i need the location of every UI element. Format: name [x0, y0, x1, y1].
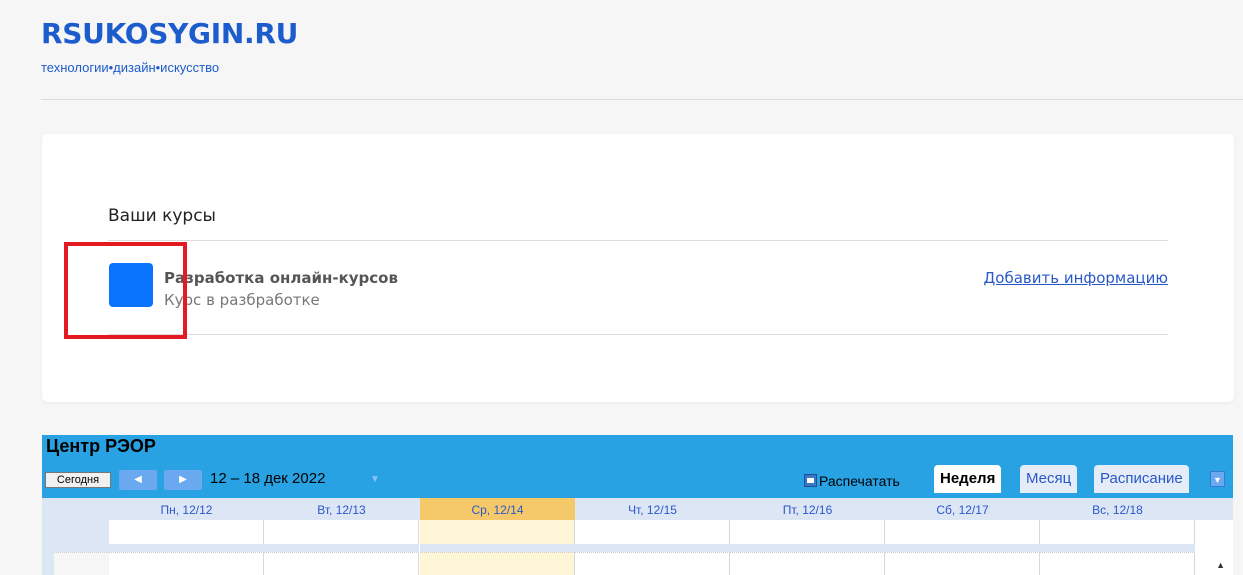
time-gutter [42, 520, 109, 575]
site-tagline: технологии•дизайн•искусство [41, 60, 220, 75]
courses-card: Ваши курсы Разработка онлайн-курсов Курс… [42, 134, 1234, 402]
chevron-down-icon: ▼ [1213, 475, 1222, 485]
day-column[interactable]: Вс, 12/18 [1040, 498, 1195, 575]
course-status: Курс в разбработке [164, 291, 320, 309]
day-header[interactable]: Вт, 12/13 [264, 498, 419, 520]
chevron-down-icon[interactable]: ▼ [370, 474, 380, 485]
chevron-left-icon: ◀ [134, 474, 142, 485]
day-column[interactable]: Чт, 12/15 [575, 498, 730, 575]
next-week-button[interactable]: ▶ [164, 470, 202, 490]
divider [108, 334, 1168, 335]
day-header[interactable]: Сб, 12/17 [885, 498, 1040, 520]
calendar-widget: Центр РЭОР Сегодня ◀ ▶ 12 – 18 дек 2022 … [42, 435, 1233, 575]
day-header[interactable]: Чт, 12/15 [575, 498, 730, 520]
date-range[interactable]: 12 – 18 дек 2022 [210, 470, 325, 487]
scroll-up-icon[interactable]: ▲ [1216, 560, 1225, 570]
course-title[interactable]: Разработка онлайн-курсов [164, 269, 398, 287]
day-column[interactable]: Пт, 12/16 [730, 498, 885, 575]
print-label: Распечатать [819, 473, 900, 489]
divider [108, 240, 1168, 241]
printer-icon [804, 474, 817, 487]
tab-schedule[interactable]: Расписание [1094, 465, 1189, 493]
day-column[interactable]: Сб, 12/17 [885, 498, 1040, 575]
calendar-title: Центр РЭОР [46, 436, 156, 456]
highlight-frame [64, 242, 187, 339]
tab-month[interactable]: Месяц [1020, 465, 1078, 493]
day-header[interactable]: Вс, 12/18 [1040, 498, 1195, 520]
day-column[interactable]: Вт, 12/13 [264, 498, 419, 575]
add-info-link[interactable]: Добавить информацию [984, 269, 1168, 287]
tab-week[interactable]: Неделя [934, 465, 1002, 493]
today-button[interactable]: Сегодня [45, 472, 111, 488]
header-divider [41, 99, 1243, 100]
day-column-today[interactable]: Ср, 12/14 [420, 498, 575, 575]
tabs-menu-dropdown[interactable]: ▼ [1210, 471, 1225, 487]
day-header[interactable]: Пн, 12/12 [109, 498, 264, 520]
calendar-grid: Пн, 12/12 Вт, 12/13 Ср, 12/14 Чт, 12/15 … [42, 498, 1233, 575]
prev-week-button[interactable]: ◀ [119, 470, 157, 490]
site-logo-title[interactable]: RSUKOSYGIN.RU [41, 17, 298, 50]
day-column[interactable]: Пн, 12/12 [109, 498, 264, 575]
print-link[interactable]: Распечатать [804, 473, 900, 489]
day-header[interactable]: Ср, 12/14 [420, 498, 575, 520]
courses-heading: Ваши курсы [108, 206, 216, 226]
day-header[interactable]: Пт, 12/16 [730, 498, 885, 520]
chevron-right-icon: ▶ [179, 474, 187, 485]
